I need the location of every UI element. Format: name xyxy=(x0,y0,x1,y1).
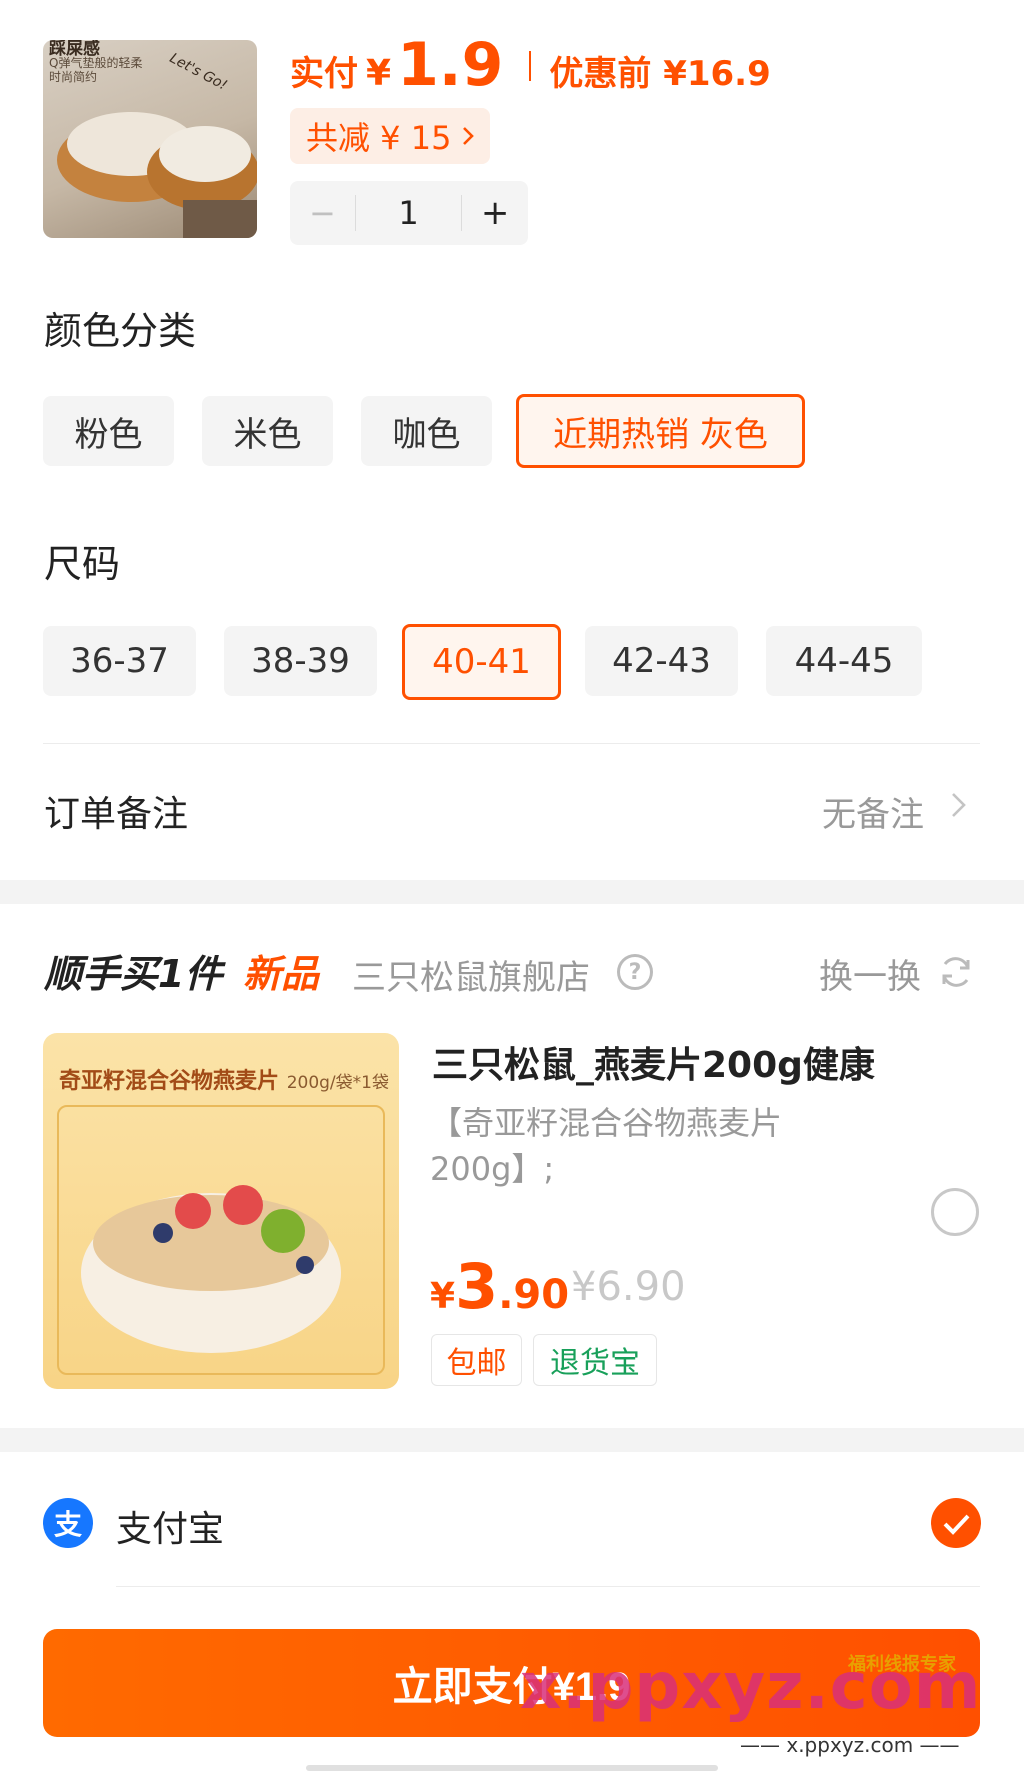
color-option-gray-selected[interactable]: 近期热销 灰色 xyxy=(516,394,805,468)
quantity-value[interactable]: 1 xyxy=(356,194,462,232)
price-summary: 实付 ¥ 1.9 优惠前 ¥16.9 xyxy=(290,30,771,100)
discount-detail-button[interactable]: 共减 ¥ 15 xyxy=(290,108,490,164)
addon-section-title: 顺手买1件 xyxy=(44,952,223,996)
return-insurance-tag: 退货宝 xyxy=(533,1334,657,1386)
divider xyxy=(43,743,980,744)
size-option-38-39[interactable]: 38-39 xyxy=(224,626,377,696)
divider xyxy=(116,1586,980,1587)
refresh-icon[interactable] xyxy=(938,954,974,990)
size-option-36-37[interactable]: 36-37 xyxy=(43,626,196,696)
addon-product-image[interactable]: 奇亚籽混合谷物燕麦片 200g/袋*1袋 xyxy=(43,1033,399,1389)
color-section-title: 颜色分类 xyxy=(44,309,197,353)
checkmark-icon[interactable] xyxy=(931,1498,981,1548)
addon-original-price: ¥6.90 xyxy=(571,1264,686,1310)
home-indicator[interactable] xyxy=(306,1765,718,1771)
addon-store-name[interactable]: 三只松鼠旗舰店 xyxy=(352,950,590,999)
paid-currency: ¥ xyxy=(366,53,392,94)
size-option-40-41-selected[interactable]: 40-41 xyxy=(402,624,561,700)
increase-button[interactable]: + xyxy=(462,193,528,233)
addon-price: ¥ 3 .90 xyxy=(430,1250,570,1323)
discount-text: 共减 ¥ 15 xyxy=(306,119,452,157)
payment-method-label: 支付宝 xyxy=(116,1509,225,1550)
addon-new-badge: 新品 xyxy=(243,952,320,996)
color-option-brown[interactable]: 咖色 xyxy=(361,396,492,466)
quantity-stepper: − 1 + xyxy=(290,181,528,245)
order-note-value: 无备注 xyxy=(822,795,924,835)
addon-product-desc: 【奇亚籽混合谷物燕麦片200g】; xyxy=(430,1104,783,1188)
chevron-right-icon xyxy=(463,127,475,145)
addon-product-name[interactable]: 三只松鼠_燕麦片200g健康 xyxy=(432,1036,875,1088)
section-gap xyxy=(0,880,1024,904)
free-shipping-tag: 包邮 xyxy=(431,1334,522,1386)
chevron-right-icon xyxy=(952,793,966,817)
color-option-beige[interactable]: 米色 xyxy=(202,396,333,466)
color-option-pink[interactable]: 粉色 xyxy=(43,396,174,466)
original-price: 优惠前 ¥16.9 xyxy=(549,54,771,94)
section-gap xyxy=(0,1428,1024,1452)
size-option-42-43[interactable]: 42-43 xyxy=(585,626,738,696)
watermark: x.ppxyz.com xyxy=(520,1650,982,1724)
paid-amount: 1.9 xyxy=(397,30,504,100)
alipay-icon: 支 xyxy=(43,1498,93,1548)
size-option-44-45[interactable]: 44-45 xyxy=(766,626,922,696)
slipper-illustration xyxy=(57,112,257,238)
help-icon[interactable]: ? xyxy=(617,954,653,990)
paid-label: 实付 xyxy=(290,54,358,94)
swap-button[interactable]: 换一换 xyxy=(819,949,921,998)
watermark-subtext: —— x.ppxyz.com —— xyxy=(740,1733,960,1757)
size-section-title: 尺码 xyxy=(44,542,121,586)
product-thumbnail[interactable]: 踩屎感 Q弹气垫般的轻柔 时尚简约 Let's Go! xyxy=(43,40,257,238)
price-separator xyxy=(529,51,532,81)
oatmeal-bowl-illustration xyxy=(81,1185,341,1353)
decrease-button[interactable]: − xyxy=(290,194,355,232)
addon-select-radio[interactable] xyxy=(931,1188,979,1236)
order-note-label: 订单备注 xyxy=(44,794,189,835)
